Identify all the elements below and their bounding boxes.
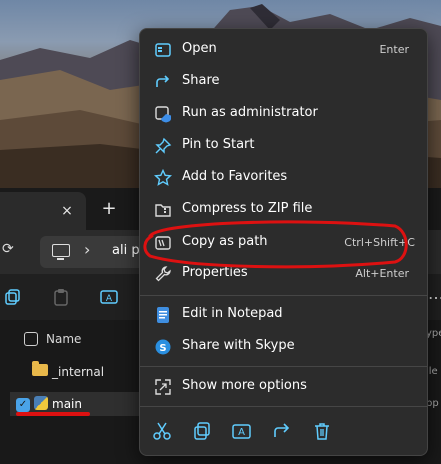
more-options-icon (155, 379, 171, 395)
menu-item-label: Run as administrator (182, 105, 318, 120)
menu-item-shortcut: Enter (379, 43, 409, 56)
menu-item-label: Open (182, 41, 217, 56)
column-fragment: ype (426, 328, 441, 339)
svg-text:A: A (106, 294, 113, 304)
column-fragment: ile (426, 366, 438, 377)
refresh-icon[interactable]: ⟳ (2, 241, 20, 259)
svg-text:S: S (159, 343, 166, 354)
menu-item-label: Share with Skype (182, 338, 295, 353)
notepad-icon (157, 307, 169, 323)
menu-item-label: Pin to Start (182, 137, 255, 152)
explorer-tab[interactable]: × (0, 192, 86, 230)
paste-icon[interactable] (52, 288, 70, 306)
new-tab-icon[interactable]: + (100, 200, 118, 218)
python-file-icon (34, 396, 48, 410)
rename-icon[interactable]: A (232, 421, 252, 441)
wrench-icon (155, 266, 171, 282)
menu-item-compress-to-zip[interactable]: Compress to ZIP file (144, 194, 423, 224)
select-all-checkbox[interactable] (24, 332, 38, 346)
copy-path-icon (155, 236, 171, 250)
context-menu: Open Enter Share Run as administrator Pi… (139, 28, 428, 456)
menu-item-add-to-favorites[interactable]: Add to Favorites (144, 162, 423, 192)
menu-item-label: Show more options (182, 378, 307, 393)
share-icon (156, 75, 170, 87)
menu-item-properties[interactable]: Properties Alt+Enter (144, 258, 423, 288)
column-header-name[interactable]: Name (46, 332, 81, 346)
column-fragment: pp (426, 398, 439, 409)
skype-icon: S (155, 339, 171, 355)
menu-item-label: Edit in Notepad (182, 306, 283, 321)
star-icon (154, 169, 172, 186)
menu-item-run-as-administrator[interactable]: Run as administrator (144, 98, 423, 128)
menu-divider (140, 366, 427, 367)
rename-icon[interactable]: A (100, 288, 118, 306)
menu-divider (140, 295, 427, 296)
copy-icon[interactable] (4, 288, 22, 306)
address-bar[interactable]: › ali p (40, 236, 150, 268)
menu-item-shortcut: Alt+Enter (355, 267, 409, 280)
menu-item-edit-in-notepad[interactable]: Edit in Notepad (144, 299, 423, 329)
pin-icon (155, 137, 172, 154)
menu-item-label: Compress to ZIP file (182, 201, 313, 216)
zip-icon (155, 204, 171, 217)
menu-item-label: Share (182, 73, 220, 88)
file-name[interactable]: main (52, 397, 82, 411)
delete-icon[interactable] (312, 421, 332, 441)
copy-icon[interactable] (192, 421, 212, 441)
close-tab-icon[interactable]: × (58, 202, 76, 220)
menu-item-show-more-options[interactable]: Show more options (144, 371, 423, 401)
menu-divider (140, 406, 427, 407)
more-options-icon[interactable]: … (428, 284, 441, 303)
svg-text:A: A (238, 427, 245, 438)
menu-item-open[interactable]: Open Enter (144, 34, 423, 64)
menu-item-share-with-skype[interactable]: S Share with Skype (144, 331, 423, 361)
menu-item-share[interactable]: Share (144, 66, 423, 96)
breadcrumb-item[interactable]: ali p (112, 243, 140, 258)
cut-icon[interactable] (152, 421, 172, 441)
folder-icon (32, 361, 48, 376)
menu-item-label: Properties (182, 265, 248, 280)
menu-item-shortcut: Ctrl+Shift+C (344, 236, 415, 249)
share-icon[interactable] (272, 421, 292, 441)
file-name[interactable]: _internal (52, 365, 104, 379)
menu-item-label: Add to Favorites (182, 169, 288, 184)
red-annotation-underline (16, 412, 90, 416)
row-checkbox-checked[interactable]: ✓ (16, 398, 30, 412)
menu-item-copy-as-path[interactable]: Copy as path Ctrl+Shift+C (144, 227, 423, 257)
chevron-right-icon[interactable]: › (84, 240, 90, 259)
menu-item-pin-to-start[interactable]: Pin to Start (144, 130, 423, 160)
shield-admin-icon (155, 106, 171, 123)
open-window-icon (155, 43, 171, 57)
this-pc-icon (52, 244, 70, 260)
menu-item-label: Copy as path (182, 234, 268, 249)
